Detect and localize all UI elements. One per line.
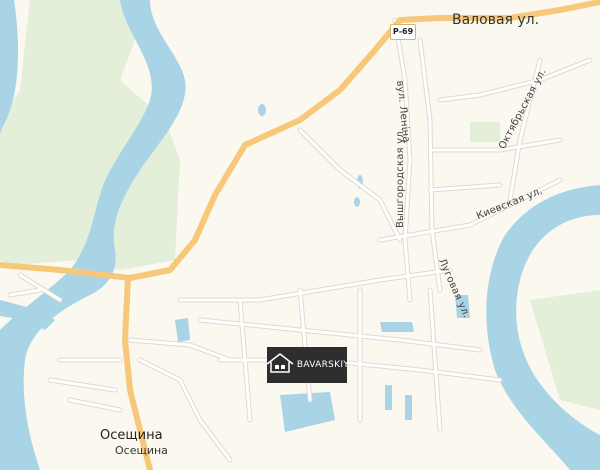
brand-text: BAVARSKIY (296, 360, 350, 370)
brand-watermark: BAVARSKIY (265, 347, 350, 383)
pond-2 (380, 322, 414, 332)
town-label: Осещина (100, 428, 163, 443)
route-shield-r69: Р-69 (390, 24, 416, 40)
street-label-valovaya: Валовая ул. (452, 12, 540, 28)
lake-1 (258, 104, 266, 116)
lake-3 (354, 197, 360, 207)
street-label-vyshgorodskaya: Вышгородская ул. (395, 127, 406, 228)
pond-6 (405, 395, 412, 420)
pond-5 (385, 385, 392, 410)
map-view[interactable]: Р-69 Валовая ул. вул. Леніна Октябрьская… (0, 0, 600, 470)
house-icon (265, 352, 295, 378)
green-patch-town (470, 122, 500, 142)
town-sublabel: Осещина (115, 444, 168, 457)
map-canvas[interactable] (0, 0, 600, 470)
